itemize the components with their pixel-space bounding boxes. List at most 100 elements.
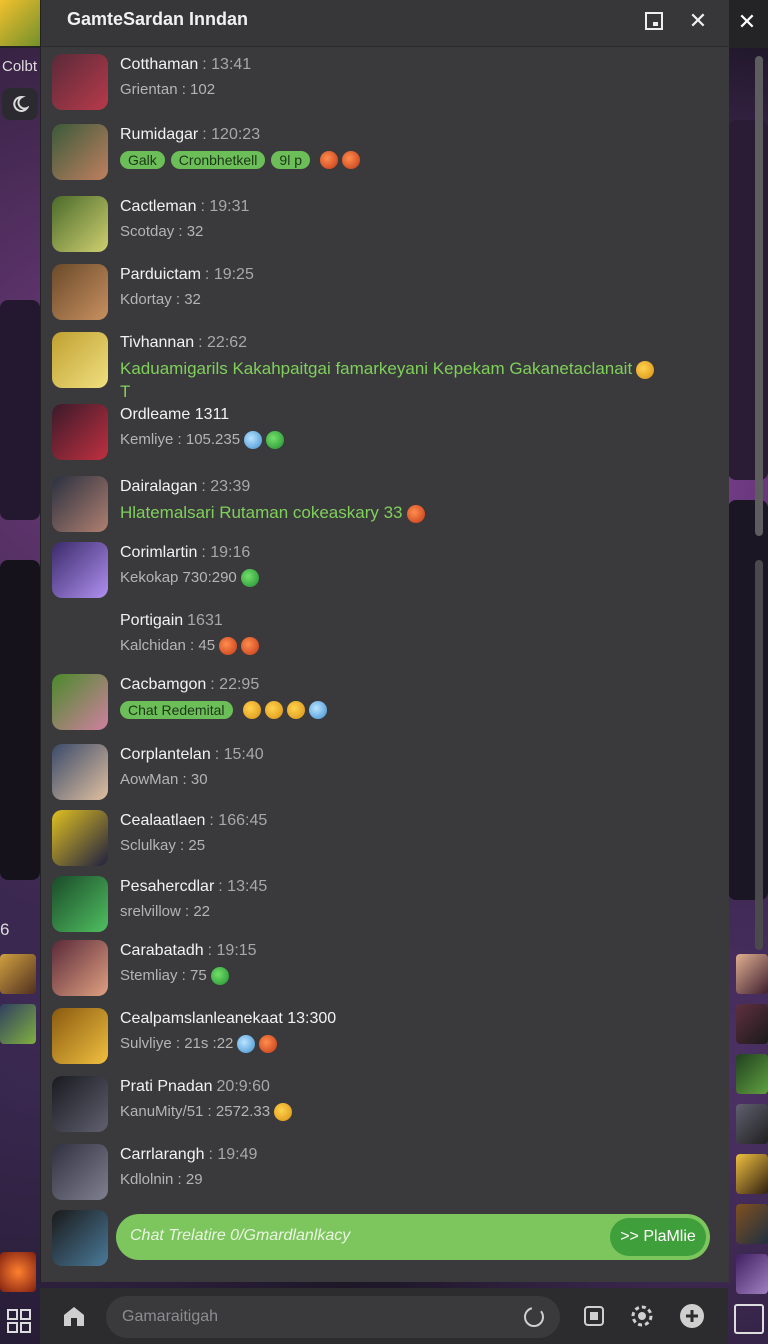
send-button[interactable]: >> PlaMlie	[610, 1218, 706, 1256]
avatar[interactable]	[52, 1008, 108, 1064]
side-thumb[interactable]	[736, 954, 768, 994]
author-name: Cactleman	[120, 198, 197, 215]
author-name: Ordleame 1311	[120, 406, 230, 423]
message-body: Stemliay : 75	[120, 967, 229, 986]
avatar[interactable]	[52, 1144, 108, 1200]
author-name: Pesahercdlar	[120, 878, 215, 895]
avatar[interactable]	[52, 332, 108, 388]
message-stat: Kekokap 730:290	[120, 569, 237, 586]
message-body: Scotday : 32	[120, 223, 203, 240]
message-body: Kdortay : 32	[120, 291, 201, 308]
message-stat: Stemliay : 75	[120, 967, 207, 984]
side-thumb[interactable]	[736, 1154, 768, 1194]
avatar[interactable]	[52, 542, 108, 598]
compose-placeholder: Chat Trelatire 0/Gmardlanlkacy	[130, 1227, 351, 1244]
emoji-icon	[242, 701, 261, 720]
message-stat: Sulvliye : 21s :22	[120, 1035, 234, 1052]
author-name: Parduictam	[120, 266, 201, 283]
emoji-icon	[308, 701, 327, 720]
author-name: Cotthaman	[120, 56, 199, 73]
avatar[interactable]	[52, 476, 108, 532]
avatar[interactable]	[52, 196, 108, 252]
fullscreen-button[interactable]	[734, 1304, 764, 1334]
message-body: Galk Cronbhetkell 9l p	[120, 151, 360, 170]
settings-button[interactable]	[628, 1302, 656, 1330]
chat-compose[interactable]: Chat Trelatire 0/Gmardlanlkacy >> PlaMli…	[116, 1214, 710, 1260]
tag-chip[interactable]: 9l p	[271, 151, 310, 170]
tag-chip[interactable]: Galk	[120, 151, 165, 170]
tag-chip[interactable]: Chat Redemital	[120, 701, 233, 720]
message-stat: Kdortay : 32	[120, 291, 201, 308]
emoji-icon	[274, 1103, 293, 1122]
close-button[interactable]: ✕	[685, 8, 711, 34]
minimize-button[interactable]	[641, 8, 667, 34]
moon-button[interactable]	[2, 88, 38, 120]
avatar[interactable]	[52, 1076, 108, 1132]
message-body: KanuMity/51 : 2572.33	[120, 1103, 293, 1122]
scrollbar-track[interactable]	[755, 560, 763, 950]
refresh-button[interactable]	[520, 1303, 548, 1331]
scrollbar-thumb[interactable]	[755, 56, 763, 536]
message-time: : 19:49	[208, 1146, 258, 1163]
message-body: Kemliye : 105.235	[120, 431, 285, 450]
message-time: : 23:39	[201, 478, 251, 495]
side-thumb[interactable]	[736, 1104, 768, 1144]
message-body: Kalchidan : 45	[120, 637, 260, 656]
message-author: Cealpamslanleanekaat 13:300	[120, 1010, 336, 1028]
emoji-icon	[266, 431, 285, 450]
close-icon: ✕	[737, 9, 757, 34]
avatar[interactable]	[52, 264, 108, 320]
side-thumb[interactable]	[736, 1004, 768, 1044]
message-author: Portigain 1631	[120, 612, 223, 630]
bottom-bar: Gamaraitigah	[40, 1288, 728, 1344]
message-author: Corplantelan: 15:40	[120, 746, 264, 764]
emoji-icon	[237, 1035, 256, 1054]
side-thumb[interactable]	[0, 1004, 36, 1044]
message-body: Chat Redemital	[120, 701, 327, 720]
message-time: : 13:41	[202, 56, 252, 73]
side-thumb[interactable]	[736, 1054, 768, 1094]
side-thumb[interactable]	[736, 1204, 768, 1244]
side-thumb[interactable]	[0, 954, 36, 994]
media-button[interactable]	[580, 1302, 608, 1330]
bottom-input[interactable]: Gamaraitigah	[106, 1296, 560, 1338]
avatar[interactable]	[52, 124, 108, 180]
message-author: Cactleman: 19:31	[120, 198, 249, 216]
message-author: Dairalagan: 23:39	[120, 478, 250, 496]
avatar[interactable]	[52, 404, 108, 460]
outer-close-button[interactable]: ✕	[732, 6, 762, 38]
emoji-icon	[264, 701, 283, 720]
side-count: 6	[0, 920, 10, 939]
message-stat: KanuMity/51 : 2572.33	[120, 1103, 271, 1120]
avatar[interactable]	[52, 744, 108, 800]
message-time: : 22:95	[210, 676, 260, 693]
author-name: Corimlartin	[120, 544, 198, 561]
avatar[interactable]	[52, 674, 108, 730]
home-icon	[64, 1307, 84, 1326]
message-stat: Scotday : 32	[120, 223, 204, 240]
avatar[interactable]	[52, 1210, 108, 1266]
tag-chip[interactable]: Cronbhetkell	[170, 151, 266, 170]
avatar[interactable]	[52, 54, 108, 110]
side-thumb[interactable]	[0, 1252, 36, 1292]
emoji-icon	[210, 967, 229, 986]
add-button[interactable]	[678, 1302, 706, 1330]
message-author: Pesahercdlar: 13:45	[120, 878, 267, 896]
author-name: Prati Pnadan	[120, 1078, 213, 1095]
moon-icon	[13, 95, 29, 112]
message-text: Kaduamigarils Kakahpaitgai famarkeyani K…	[120, 359, 633, 378]
home-button[interactable]	[60, 1302, 88, 1330]
message-time: : 22:62	[198, 334, 248, 351]
message-body: AowMan : 30	[120, 771, 208, 788]
author-name: Rumidagar	[120, 126, 199, 143]
avatar[interactable]	[52, 876, 108, 932]
grid-icon[interactable]	[6, 1308, 32, 1334]
message-body: Sulvliye : 21s :22	[120, 1035, 278, 1054]
bottom-placeholder: Gamaraitigah	[122, 1308, 219, 1325]
message-author: Cealaatlaen: 166:45	[120, 812, 267, 830]
avatar[interactable]	[52, 940, 108, 996]
side-thumb[interactable]	[736, 1254, 768, 1294]
message-body: Kaduamigarils Kakahpaitgai famarkeyani K…	[120, 359, 655, 380]
avatar[interactable]	[52, 810, 108, 866]
message-stat: srelvillow : 22	[120, 903, 211, 920]
